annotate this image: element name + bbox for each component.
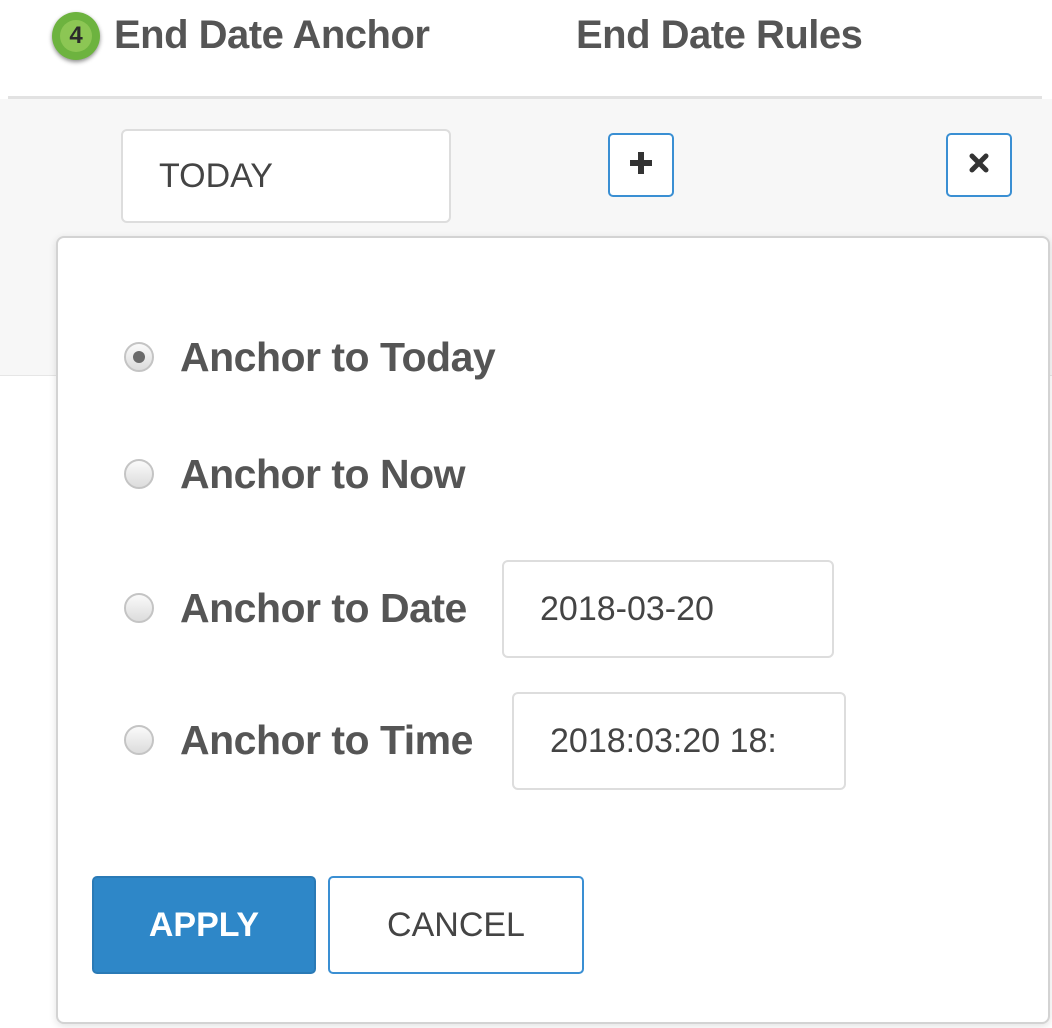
remove-rule-button[interactable] xyxy=(946,133,1012,197)
option-label: Anchor to Date xyxy=(180,585,467,631)
radio-anchor-date[interactable] xyxy=(124,593,154,623)
end-date-anchor-header: End Date Anchor xyxy=(114,13,430,57)
option-label: Anchor to Now xyxy=(180,451,466,497)
close-icon xyxy=(968,152,990,179)
option-anchor-now[interactable]: Anchor to Now xyxy=(124,450,466,498)
option-anchor-date[interactable]: Anchor to Date xyxy=(124,584,467,632)
radio-anchor-time[interactable] xyxy=(124,725,154,755)
plus-icon xyxy=(628,150,654,181)
end-date-anchor-editor: 4 End Date Anchor End Date Rules TODAY A… xyxy=(0,0,1052,1028)
anchor-time-input[interactable]: 2018:03:20 18: xyxy=(512,692,846,790)
option-label: Anchor to Today xyxy=(180,334,496,380)
cancel-button[interactable]: CANCEL xyxy=(328,876,584,974)
step-number-badge: 4 xyxy=(52,12,100,60)
radio-selected-dot xyxy=(133,351,145,363)
anchor-popover: Anchor to Today Anchor to Now Anchor to … xyxy=(56,236,1050,1024)
step-number: 4 xyxy=(60,20,92,52)
radio-anchor-now[interactable] xyxy=(124,459,154,489)
apply-button[interactable]: APPLY xyxy=(92,876,316,974)
anchor-date-input[interactable]: 2018-03-20 xyxy=(502,560,834,658)
option-label: Anchor to Time xyxy=(180,717,473,763)
add-rule-button[interactable] xyxy=(608,133,674,197)
option-anchor-today[interactable]: Anchor to Today xyxy=(124,333,496,381)
option-anchor-time[interactable]: Anchor to Time xyxy=(124,716,473,764)
radio-anchor-today[interactable] xyxy=(124,342,154,372)
end-date-rules-header: End Date Rules xyxy=(576,13,863,57)
anchor-value-field[interactable]: TODAY xyxy=(121,129,451,223)
